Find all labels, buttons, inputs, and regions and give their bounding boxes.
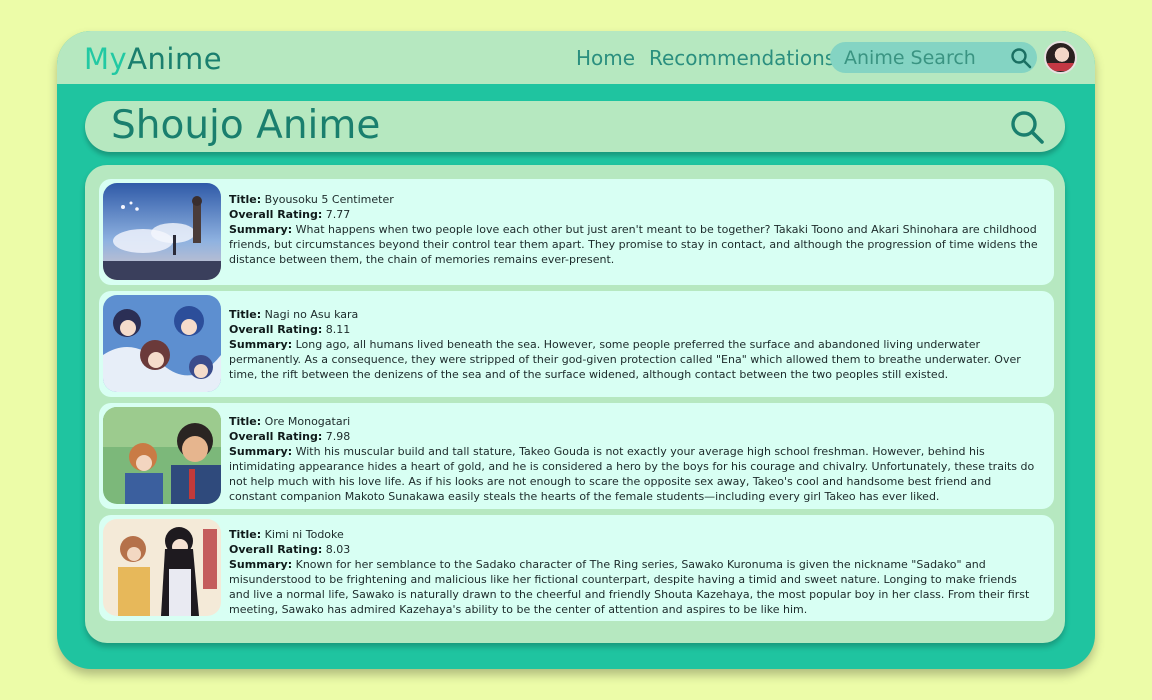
anime-summary-line: Summary: With his muscular build and tal… bbox=[229, 444, 1041, 504]
anime-search-input[interactable] bbox=[844, 45, 1004, 70]
search-icon[interactable] bbox=[1010, 47, 1032, 73]
logo-my: My bbox=[84, 42, 128, 76]
anime-info: Title: Byousoku 5 Centimeter Overall Rat… bbox=[229, 192, 1041, 267]
title-label: Title: bbox=[229, 308, 262, 321]
logo[interactable]: MyAnime bbox=[84, 42, 222, 76]
results-panel: Title: Byousoku 5 Centimeter Overall Rat… bbox=[85, 165, 1065, 643]
search-icon[interactable] bbox=[1009, 109, 1045, 149]
anime-rating-line: Overall Rating: 8.11 bbox=[229, 322, 1041, 337]
anime-title-line: Title: Kimi ni Todoke bbox=[229, 527, 1041, 542]
category-search-bar[interactable]: Shoujo Anime bbox=[85, 101, 1065, 152]
anime-rating-line: Overall Rating: 7.98 bbox=[229, 429, 1041, 444]
anime-summary-line: Summary: What happens when two people lo… bbox=[229, 222, 1041, 267]
anime-title-line: Title: Ore Monogatari bbox=[229, 414, 1041, 429]
anime-info: Title: Nagi no Asu kara Overall Rating: … bbox=[229, 307, 1041, 382]
logo-anime: Anime bbox=[127, 42, 223, 76]
anime-card[interactable]: Title: Kimi ni Todoke Overall Rating: 8.… bbox=[99, 515, 1054, 621]
user-avatar[interactable] bbox=[1044, 41, 1077, 74]
anime-info: Title: Ore Monogatari Overall Rating: 7.… bbox=[229, 414, 1041, 504]
header-bar: MyAnime Home Recommendations bbox=[57, 31, 1095, 84]
title-label: Title: bbox=[229, 528, 262, 541]
anime-rating: 7.98 bbox=[325, 430, 351, 443]
anime-card[interactable]: Title: Nagi no Asu kara Overall Rating: … bbox=[99, 291, 1054, 397]
anime-card[interactable]: Title: Byousoku 5 Centimeter Overall Rat… bbox=[99, 179, 1054, 285]
title-label: Title: bbox=[229, 193, 262, 206]
anime-rating-line: Overall Rating: 8.03 bbox=[229, 542, 1041, 557]
anime-summary: What happens when two people love each o… bbox=[229, 223, 1038, 266]
anime-rating: 7.77 bbox=[325, 208, 351, 221]
anime-summary-line: Summary: Long ago, all humans lived bene… bbox=[229, 337, 1041, 382]
anime-thumbnail[interactable] bbox=[103, 519, 221, 616]
rating-label: Overall Rating: bbox=[229, 208, 323, 221]
anime-summary-line: Summary: Known for her semblance to the … bbox=[229, 557, 1041, 617]
anime-title: Ore Monogatari bbox=[264, 415, 351, 428]
anime-title-line: Title: Nagi no Asu kara bbox=[229, 307, 1041, 322]
page-title: Shoujo Anime bbox=[111, 103, 381, 148]
anime-title: Nagi no Asu kara bbox=[264, 308, 359, 321]
summary-label: Summary: bbox=[229, 338, 293, 351]
summary-label: Summary: bbox=[229, 223, 293, 236]
anime-rating: 8.11 bbox=[325, 323, 351, 336]
nav-recommendations-link[interactable]: Recommendations bbox=[649, 46, 835, 70]
anime-title-line: Title: Byousoku 5 Centimeter bbox=[229, 192, 1041, 207]
anime-thumbnail[interactable] bbox=[103, 183, 221, 280]
summary-label: Summary: bbox=[229, 558, 293, 571]
anime-info: Title: Kimi ni Todoke Overall Rating: 8.… bbox=[229, 527, 1041, 617]
rating-label: Overall Rating: bbox=[229, 323, 323, 336]
rating-label: Overall Rating: bbox=[229, 430, 323, 443]
anime-thumbnail[interactable] bbox=[103, 295, 221, 392]
app-window: MyAnime Home Recommendations Shoujo Anim… bbox=[57, 31, 1095, 669]
anime-card[interactable]: Title: Ore Monogatari Overall Rating: 7.… bbox=[99, 403, 1054, 509]
nav-home-link[interactable]: Home bbox=[576, 46, 635, 70]
anime-search-box bbox=[830, 42, 1037, 73]
anime-summary: With his muscular build and tall stature… bbox=[229, 445, 1035, 503]
summary-label: Summary: bbox=[229, 445, 293, 458]
anime-summary: Known for her semblance to the Sadako ch… bbox=[229, 558, 1030, 616]
anime-title: Byousoku 5 Centimeter bbox=[264, 193, 394, 206]
anime-title: Kimi ni Todoke bbox=[264, 528, 344, 541]
anime-thumbnail[interactable] bbox=[103, 407, 221, 504]
anime-rating: 8.03 bbox=[325, 543, 351, 556]
anime-summary: Long ago, all humans lived beneath the s… bbox=[229, 338, 1021, 381]
avatar-detail bbox=[1046, 63, 1075, 71]
rating-label: Overall Rating: bbox=[229, 543, 323, 556]
anime-rating-line: Overall Rating: 7.77 bbox=[229, 207, 1041, 222]
title-label: Title: bbox=[229, 415, 262, 428]
